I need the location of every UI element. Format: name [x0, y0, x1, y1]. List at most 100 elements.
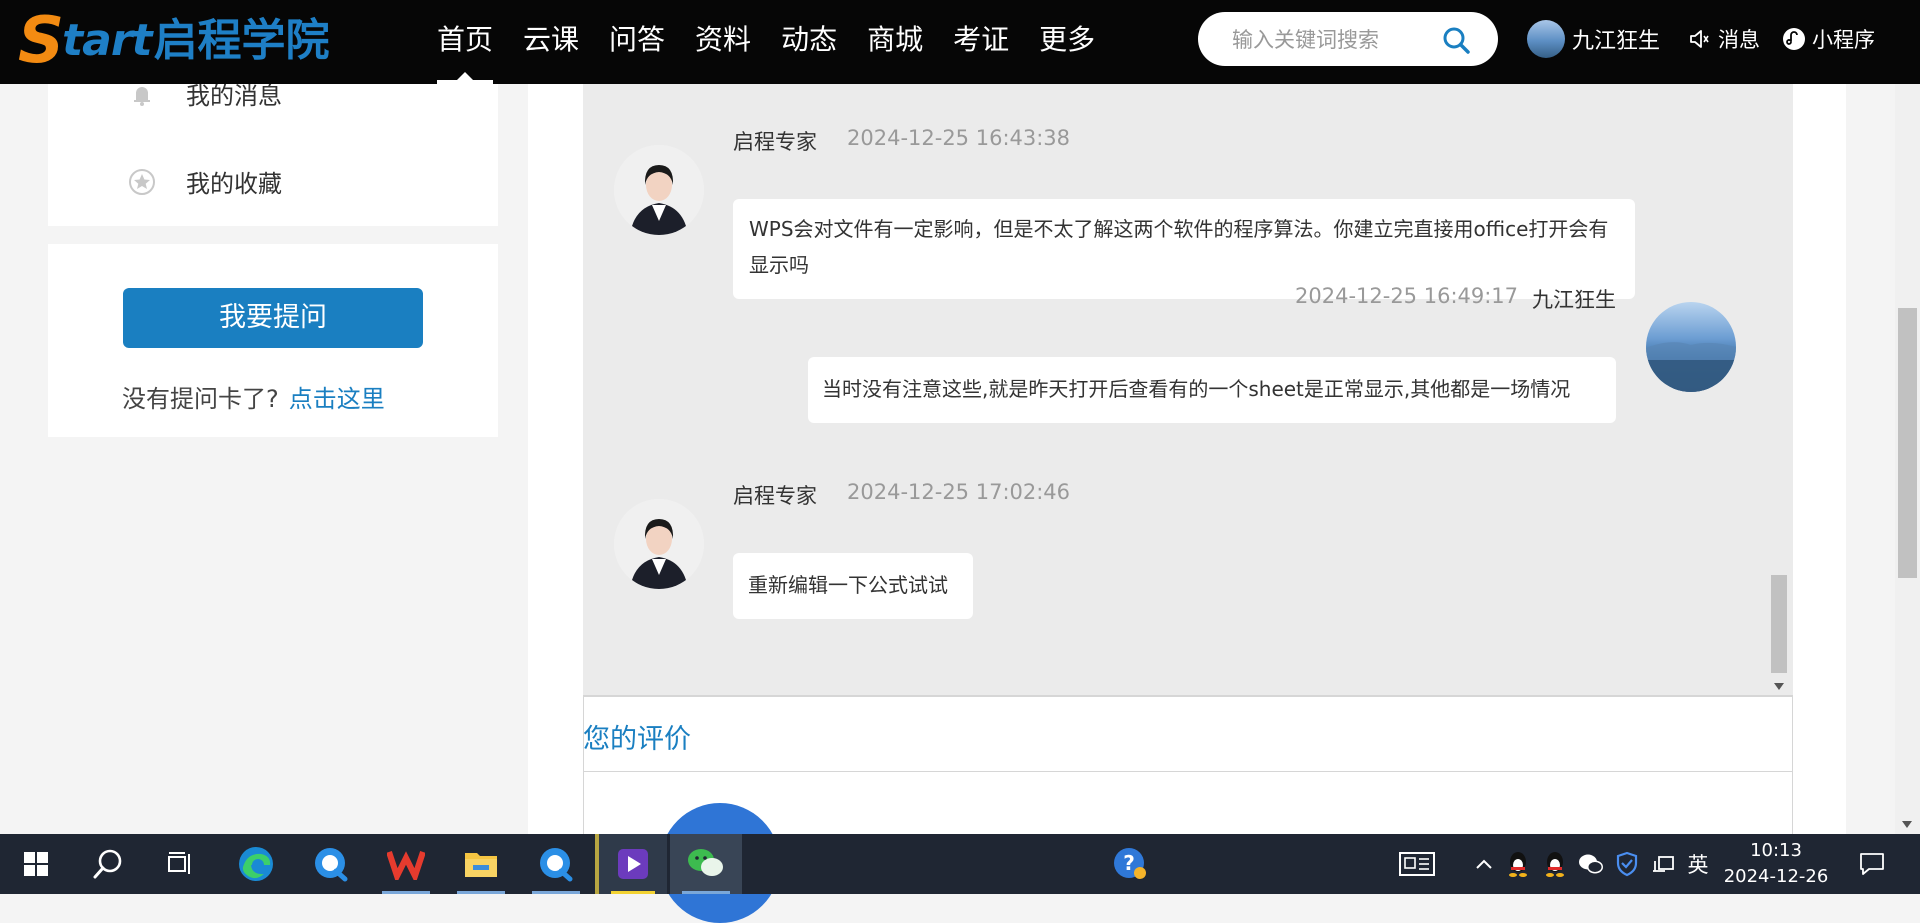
- sidebar-item-label: 我的收藏: [186, 170, 282, 198]
- taskbar-search-button[interactable]: [72, 834, 144, 894]
- ime-indicator[interactable]: 英: [1683, 834, 1713, 894]
- divider: [583, 771, 1793, 772]
- nav-mall[interactable]: 商城: [867, 0, 923, 84]
- task-view-icon: [168, 852, 190, 874]
- taskbar-app-browser[interactable]: [295, 834, 367, 894]
- taskbar: ? 英 10:13 2024-12-26: [0, 834, 1920, 894]
- browser-q-icon: [540, 848, 573, 882]
- taskbar-app-wps[interactable]: [370, 834, 442, 894]
- user-avatar-image: [1646, 342, 1736, 392]
- svg-text:?: ?: [1123, 851, 1135, 875]
- wps-office-icon: [387, 851, 425, 880]
- messages-label: 消息: [1718, 28, 1760, 52]
- news-icon: [1399, 852, 1435, 876]
- show-hidden-icons-button[interactable]: [1470, 834, 1498, 894]
- help-button[interactable]: ?: [1106, 834, 1154, 894]
- message-time: 2024-12-25 17:02:46: [847, 480, 1071, 504]
- expert-avatar-image: [614, 145, 704, 235]
- page-scrollbar[interactable]: [1895, 84, 1920, 834]
- logo-text-tart: tart: [62, 15, 152, 66]
- folder-icon: [465, 853, 497, 877]
- ask-question-button[interactable]: 我要提问: [123, 288, 423, 348]
- taskbar-app-browser-2[interactable]: [520, 834, 592, 894]
- task-view-button[interactable]: [144, 834, 216, 894]
- message-author: 九江狂生: [1532, 288, 1616, 312]
- click-here-link[interactable]: 点击这里: [289, 385, 385, 413]
- nav-materials[interactable]: 资料: [695, 0, 751, 84]
- nav-news[interactable]: 动态: [781, 0, 837, 84]
- tray-security[interactable]: [1612, 834, 1642, 894]
- shield-icon: [1616, 851, 1638, 877]
- news-widget-button[interactable]: [1395, 834, 1439, 894]
- sidebar-item-my-favorites[interactable]: 我的收藏: [128, 164, 282, 199]
- speaker-icon: [1690, 30, 1709, 48]
- divider: [583, 695, 1793, 697]
- edge-browser-icon: [239, 847, 273, 881]
- tray-network[interactable]: [1648, 834, 1678, 894]
- no-card-text: 没有提问卡了? 点击这里: [122, 379, 385, 414]
- avatar: [614, 499, 704, 589]
- scroll-down-arrow-icon[interactable]: [1774, 683, 1784, 690]
- taskbar-app-video[interactable]: [595, 834, 667, 894]
- star-icon: [129, 168, 155, 195]
- scroll-down-arrow-icon[interactable]: [1902, 821, 1912, 828]
- nav-qa[interactable]: 问答: [609, 0, 665, 84]
- nav-certification[interactable]: 考证: [953, 0, 1009, 84]
- taskbar-app-edge[interactable]: [220, 834, 292, 894]
- nav-home[interactable]: 首页: [437, 0, 494, 84]
- start-button[interactable]: [0, 834, 72, 894]
- chat-scrollbar[interactable]: [1769, 84, 1789, 696]
- message-time: 2024-12-25 16:49:17: [1295, 284, 1519, 308]
- messages-link[interactable]: 消息: [1688, 24, 1760, 54]
- nav-cloud-course[interactable]: 云课: [523, 0, 579, 84]
- nav-more[interactable]: 更多: [1039, 0, 1095, 84]
- ask-panel: 我要提问 没有提问卡了? 点击这里: [48, 244, 498, 437]
- mini-program-link[interactable]: 小程序: [1782, 24, 1875, 54]
- expert-avatar-image: [614, 499, 704, 589]
- video-player-icon: [618, 849, 648, 879]
- help-icon: ?: [1114, 848, 1146, 879]
- rating-title: 您的评价: [583, 724, 691, 755]
- notification-center-button[interactable]: [1852, 834, 1892, 894]
- chat-scrollbar-thumb[interactable]: [1771, 575, 1787, 673]
- logo-letter-s: S: [18, 4, 65, 78]
- tray-wechat[interactable]: [1576, 834, 1606, 894]
- avatar: [1646, 302, 1736, 392]
- search-icon: [93, 849, 122, 879]
- main-nav: 首页 云课 问答 资料 动态 商城 考证 更多: [437, 0, 1125, 84]
- sidebar-menu: 我的消息 我的收藏: [48, 82, 498, 226]
- message-bubble: 当时没有注意这些,就是昨天打开后查看有的一个sheet是正常显示,其他都是一场情…: [808, 357, 1616, 423]
- tray-qq-1[interactable]: [1503, 834, 1533, 894]
- notification-icon: [1860, 853, 1884, 875]
- message-author: 启程专家: [733, 484, 817, 508]
- no-card-label: 没有提问卡了?: [122, 385, 279, 413]
- taskbar-app-file-explorer[interactable]: [445, 834, 517, 894]
- taskbar-clock[interactable]: 10:13 2024-12-26: [1716, 838, 1836, 890]
- windows-icon: [24, 852, 48, 876]
- clock-time: 10:13: [1750, 840, 1802, 861]
- mini-program-label: 小程序: [1812, 28, 1875, 52]
- message-author: 启程专家: [733, 130, 817, 154]
- user-name: 九江狂生: [1572, 29, 1661, 54]
- taskbar-app-wechat[interactable]: [670, 834, 742, 894]
- page-scrollbar-thumb[interactable]: [1898, 308, 1917, 578]
- clock-date: 2024-12-26: [1723, 866, 1829, 887]
- chat-panel[interactable]: 启程专家 2024-12-25 16:43:38 WPS会对文件有一定影响，但是…: [583, 84, 1793, 696]
- top-navbar: S tart 启程学院 首页 云课 问答 资料 动态 商城 考证 更多 九江狂生…: [0, 0, 1920, 84]
- tray-qq-2[interactable]: [1540, 834, 1570, 894]
- message-bubble: 重新编辑一下公式试试: [733, 553, 973, 619]
- wechat-icon: [1579, 854, 1603, 874]
- wechat-icon: [688, 849, 723, 876]
- qq-penguin-icon: [1546, 852, 1564, 877]
- chevron-up-icon: [1476, 859, 1492, 869]
- search-input[interactable]: [1230, 22, 1434, 58]
- mini-program-icon: [1783, 28, 1805, 50]
- site-logo[interactable]: S tart 启程学院: [18, 6, 330, 76]
- logo-text-cn: 启程学院: [153, 15, 330, 66]
- qq-penguin-icon: [1509, 852, 1527, 877]
- avatar: [614, 145, 704, 235]
- search-icon[interactable]: [1442, 26, 1470, 54]
- search-box: [1198, 12, 1498, 66]
- network-icon: [1653, 856, 1674, 872]
- user-menu[interactable]: 九江狂生: [1527, 20, 1660, 58]
